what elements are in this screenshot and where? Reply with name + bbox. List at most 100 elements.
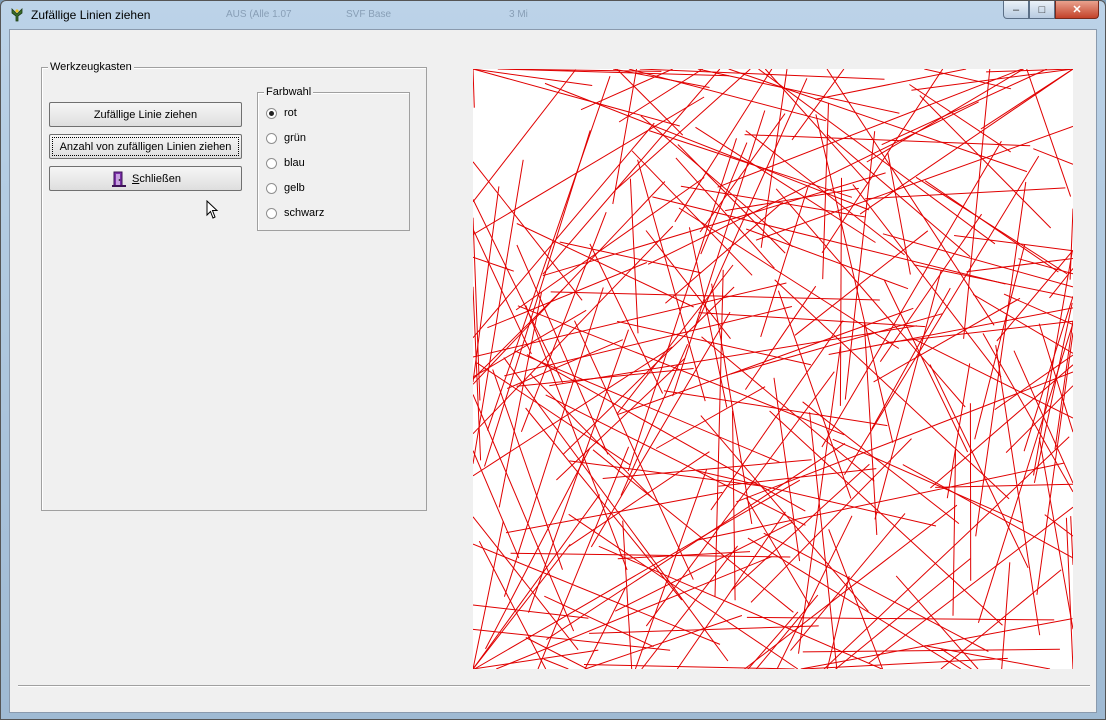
random-line	[883, 279, 969, 453]
toolbox-group: Werkzeugkasten Zufällige Linie ziehen An…	[41, 61, 427, 511]
radio-blau-indicator	[266, 157, 277, 169]
random-line	[946, 363, 971, 499]
random-line	[760, 186, 809, 338]
title-bar[interactable]: Zufällige Linien ziehen AUS (Alle 1.07 S…	[1, 1, 1105, 29]
background-text-2: SVF Base	[346, 9, 392, 20]
random-line	[791, 69, 845, 141]
random-line	[629, 178, 639, 334]
random-line	[473, 628, 671, 651]
radio-blau[interactable]: blau	[266, 157, 305, 169]
random-line	[794, 230, 929, 336]
radio-schwarz-label: schwarz	[284, 207, 325, 219]
random-line	[583, 664, 795, 669]
random-line	[631, 150, 753, 276]
random-line	[473, 186, 500, 383]
random-line	[835, 558, 971, 669]
door-exit-icon	[112, 171, 127, 187]
random-line	[473, 122, 655, 339]
random-line	[543, 658, 569, 669]
random-line	[974, 244, 1026, 440]
random-line	[1018, 258, 1073, 275]
random-line	[763, 532, 989, 652]
random-line	[622, 520, 633, 669]
random-line	[879, 213, 983, 362]
window-title: Zufällige Linien ziehen	[31, 8, 151, 22]
minimize-button[interactable]: –	[1003, 1, 1029, 19]
radio-rot-label: rot	[284, 107, 297, 119]
random-line	[537, 446, 630, 669]
radio-rot[interactable]: rot	[266, 107, 297, 119]
random-line	[717, 69, 1023, 188]
random-line	[758, 69, 996, 245]
random-line	[485, 447, 591, 650]
random-line	[616, 264, 734, 415]
draw-random-line-button[interactable]: Zufällige Linie ziehen	[49, 102, 242, 127]
mouse-cursor-icon	[206, 200, 219, 219]
random-line	[637, 159, 706, 402]
random-line	[504, 306, 793, 377]
random-line	[628, 69, 827, 122]
radio-blau-label: blau	[284, 157, 305, 169]
random-line	[473, 228, 532, 355]
background-text-3: 3 Mi	[509, 9, 528, 20]
close-button[interactable]: Schließen	[49, 166, 242, 191]
random-line	[663, 390, 888, 427]
random-line	[1033, 148, 1073, 165]
random-line	[995, 345, 1041, 636]
random-line	[598, 545, 883, 669]
random-line	[615, 69, 751, 191]
random-line	[982, 333, 1073, 493]
random-line	[473, 225, 674, 435]
random-line	[526, 354, 806, 512]
random-line	[612, 69, 637, 205]
maximize-icon: □	[1038, 3, 1046, 16]
radio-gelb[interactable]: gelb	[266, 182, 305, 194]
random-line	[473, 69, 475, 108]
radio-rot-indicator	[266, 107, 277, 119]
random-line	[677, 144, 786, 254]
maximize-button[interactable]: □	[1029, 1, 1055, 19]
random-line	[473, 521, 504, 669]
color-choice-legend: Farbwahl	[264, 86, 314, 98]
radio-gelb-indicator	[266, 182, 277, 194]
random-line	[645, 371, 835, 627]
random-line	[852, 184, 1002, 378]
random-line	[773, 377, 801, 562]
random-line	[473, 159, 524, 464]
random-line	[563, 286, 735, 455]
random-line	[525, 305, 628, 571]
color-choice-group: Farbwahl rot grün blau gelb schwarz	[257, 86, 410, 231]
radio-gruen[interactable]: grün	[266, 132, 306, 144]
radio-schwarz[interactable]: schwarz	[266, 207, 324, 219]
drawing-canvas[interactable]	[473, 69, 1073, 669]
random-line	[473, 161, 583, 301]
random-line	[821, 141, 1002, 448]
random-line	[760, 69, 788, 248]
random-line	[895, 575, 979, 669]
random-line	[746, 498, 810, 605]
close-label: Schließen	[132, 173, 181, 185]
random-line	[1026, 69, 1072, 197]
random-line	[473, 346, 673, 477]
close-window-button[interactable]: ✕	[1055, 1, 1099, 19]
random-line	[473, 69, 680, 127]
app-icon	[11, 8, 23, 22]
minimize-icon: –	[1012, 3, 1020, 16]
radio-gelb-label: gelb	[284, 182, 305, 194]
random-line	[616, 320, 812, 366]
random-line	[832, 438, 1024, 524]
random-line	[589, 243, 664, 394]
random-line	[549, 325, 917, 387]
random-line	[492, 369, 563, 570]
random-line	[839, 177, 842, 406]
draw-many-lines-button[interactable]: Anzahl von zufälligen Linien ziehen	[49, 134, 242, 159]
client-area: Werkzeugkasten Zufällige Linie ziehen An…	[9, 29, 1097, 713]
status-bar-divider	[18, 685, 1090, 687]
random-line	[755, 594, 819, 669]
random-line	[473, 199, 564, 383]
radio-gruen-indicator	[266, 132, 277, 144]
radio-gruen-label: grün	[284, 132, 307, 144]
draw-random-line-label: Zufällige Linie ziehen	[93, 108, 198, 121]
toolbox-legend: Werkzeugkasten	[48, 61, 134, 73]
draw-many-lines-label: Anzahl von zufälligen Linien ziehen	[59, 140, 232, 153]
